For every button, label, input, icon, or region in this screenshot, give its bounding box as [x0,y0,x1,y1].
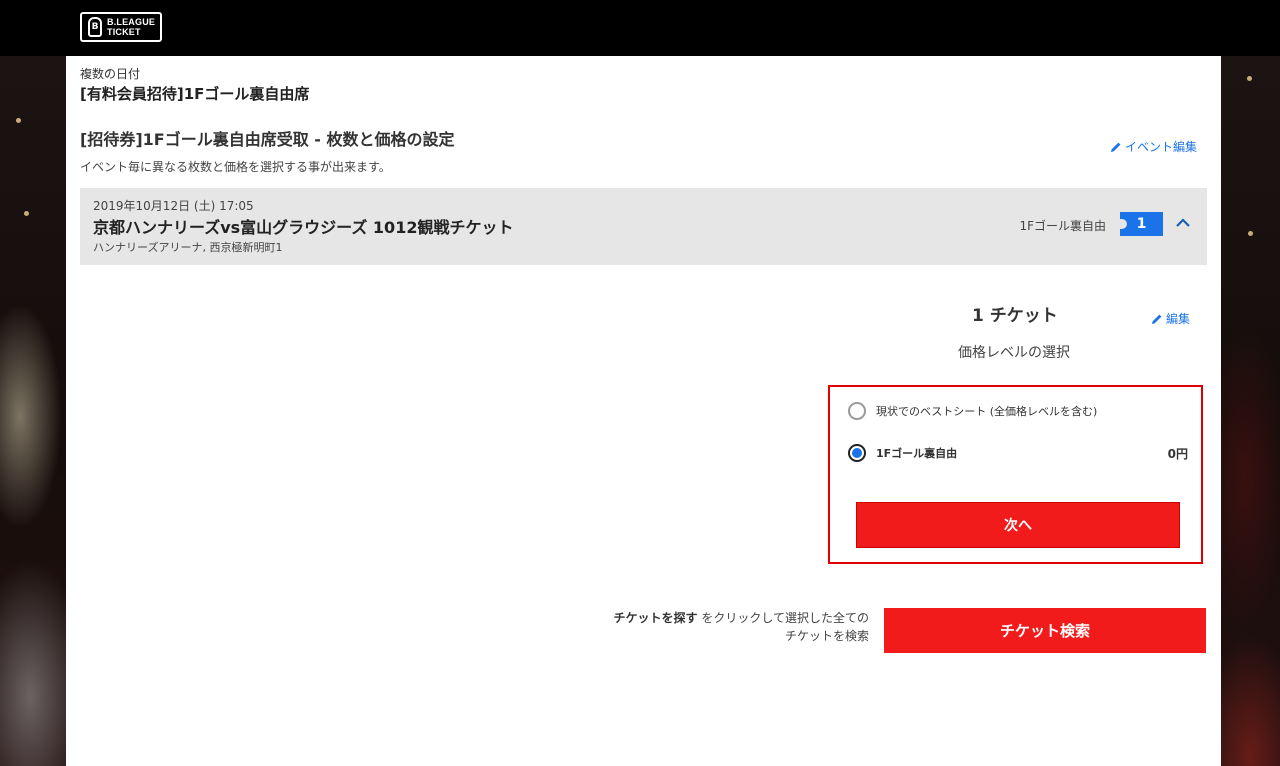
price-level-selection-box: 現状でのベストシート (全価格レベルを含む) 1Fゴール裏自由 0円 次へ [828,385,1203,564]
light-dot [16,118,21,123]
pencil-icon [1152,314,1162,324]
radio-button-selected[interactable] [848,444,866,462]
seat-type: 1Fゴール裏自由 [1019,219,1106,233]
light-dot [24,211,29,216]
edit-event-link[interactable]: イベント編集 [1110,138,1197,155]
logo-text: B.LEAGUE TICKET [107,17,156,37]
site-header: B B.LEAGUE TICKET [0,0,1280,56]
chevron-up-icon[interactable] [1174,214,1192,232]
page-title: [有料会員招待]1Fゴール裏自由席 [80,85,310,103]
section-title: [招待券]1Fゴール裏自由席受取 - 枚数と価格の設定 [80,130,455,149]
option-price: 0円 [1167,446,1188,461]
radio-button[interactable] [848,402,866,420]
ticket-count-badge: 1 [1119,212,1163,236]
light-dot [1247,76,1252,81]
event-name: 京都ハンナリーズvs富山グラウジーズ 1012観戦チケット [93,218,514,237]
price-option-best-seat[interactable]: 現状でのベストシート (全価格レベルを含む) [848,402,1188,420]
next-button[interactable]: 次へ [856,502,1180,548]
light-dot [1248,231,1253,236]
tickets-count: 1 チケット [972,306,1058,326]
event-datetime: 2019年10月12日 (土) 17:05 [93,199,254,213]
bleague-ticket-logo[interactable]: B B.LEAGUE TICKET [80,12,162,42]
ticket-search-button[interactable]: チケット検索 [884,608,1206,653]
event-venue: ハンナリーズアリーナ, 西京極新明町1 [93,241,283,254]
event-summary-bar[interactable]: 2019年10月12日 (土) 17:05 京都ハンナリーズvs富山グラウジーズ… [80,188,1207,265]
main-panel: 複数の日付 [有料会員招待]1Fゴール裏自由席 [招待券]1Fゴール裏自由席受取… [66,56,1221,766]
price-option-1f-goal[interactable]: 1Fゴール裏自由 0円 [848,444,1188,462]
breadcrumb: 複数の日付 [80,67,141,81]
price-level-heading: 価格レベルの選択 [958,345,1070,361]
search-note: チケットを探す をクリックして選択した全ての チケットを検索 [613,611,869,643]
pencil-icon [1111,142,1121,152]
edit-tickets-link[interactable]: 編集 [1151,310,1190,327]
bleague-logo-mark: B [88,17,102,37]
section-description: イベント毎に異なる枚数と価格を選択する事が出来ます。 [80,160,391,174]
